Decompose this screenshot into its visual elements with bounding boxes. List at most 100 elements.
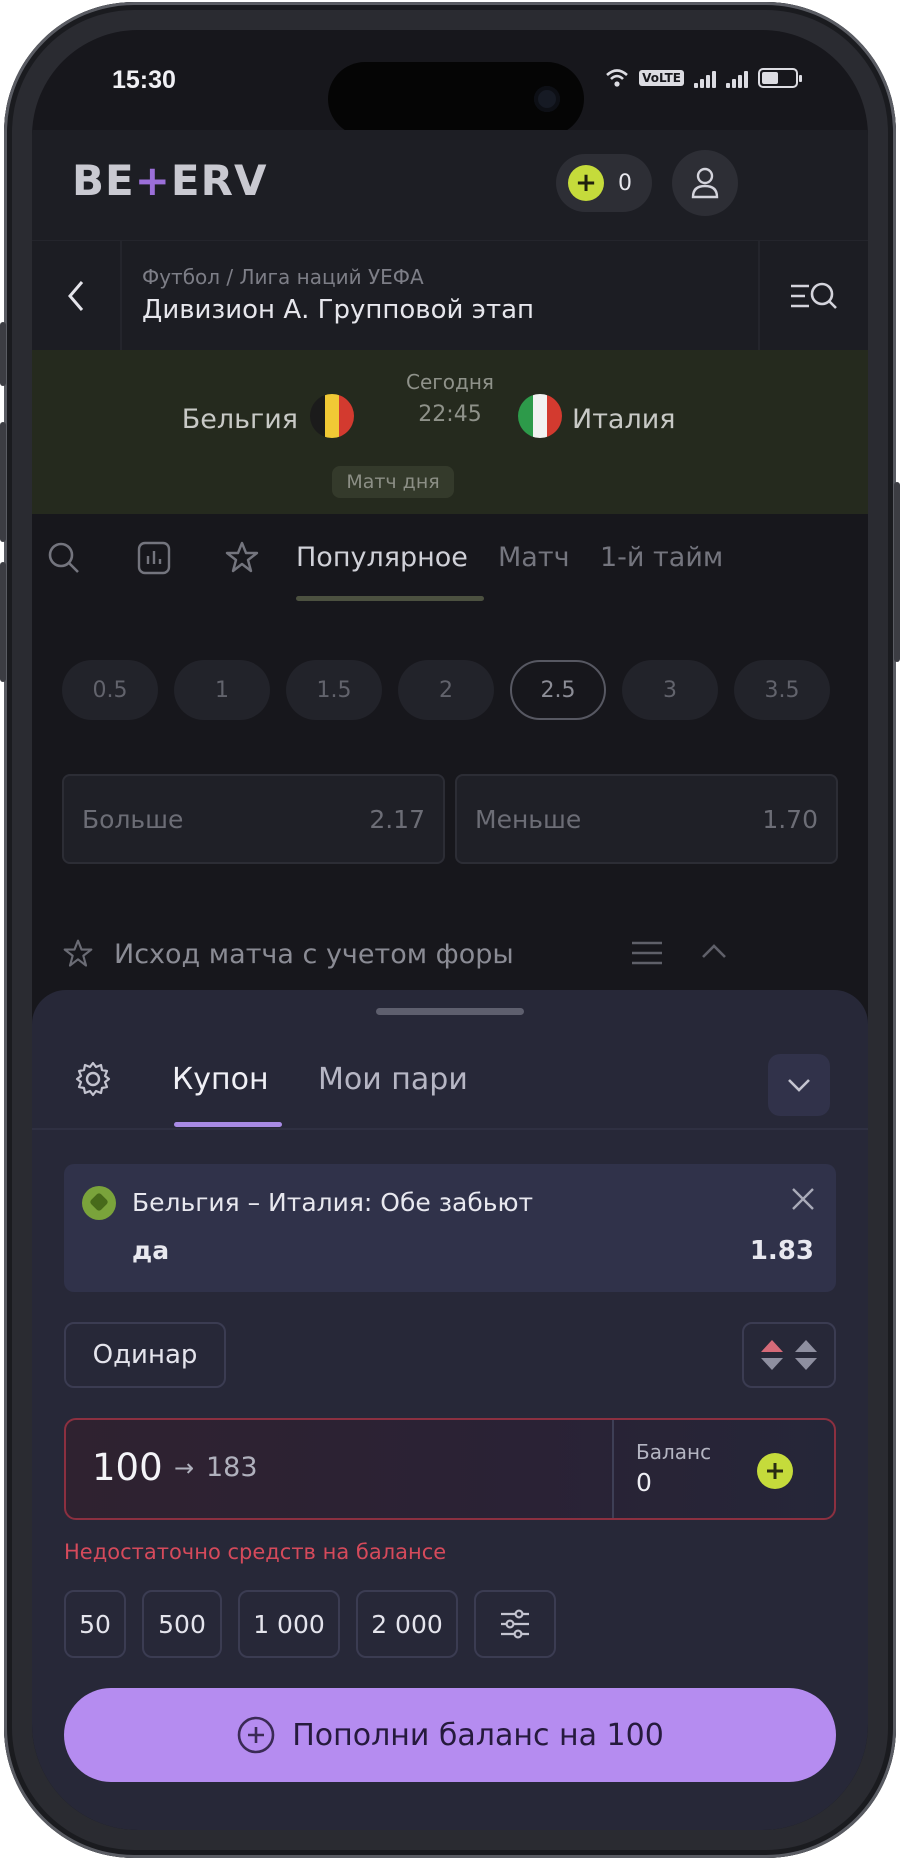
tab-active-indicator [296,596,484,601]
front-camera [534,86,560,112]
match-day: Сегодня [406,370,494,394]
quick-stake-1000[interactable]: 1 000 [238,1590,340,1658]
total-chip[interactable]: 3.5 [734,660,830,720]
header-balance: 0 [618,170,632,196]
sliders-icon [501,1609,529,1639]
over-odds: 2.17 [369,804,425,834]
side-button-power [894,482,900,662]
status-time: 15:30 [112,66,176,94]
stake-amount[interactable]: 100 [92,1446,163,1489]
under-odds-button[interactable]: Меньше 1.70 [455,774,838,864]
balance-value: 0 [636,1468,652,1497]
market-header[interactable]: Исход матча с учетом форы [62,924,838,984]
user-icon [691,167,719,199]
collapse-sheet-button[interactable] [768,1054,830,1116]
screen: 15:30 VoLTE BE+ERV + 0 Футбол / Лига нац… [32,30,868,1830]
dynamic-island [328,62,584,136]
gear-icon[interactable] [74,1060,112,1098]
sheet-drag-handle[interactable] [376,1008,524,1015]
football-icon [82,1186,116,1220]
odds-up-down-icon [761,1340,783,1370]
breadcrumb[interactable]: Футбол / Лига наций УЕФА [142,265,424,289]
total-chip[interactable]: 1 [174,660,270,720]
status-bar: 15:30 VoLTE [32,30,868,140]
bet-selection: да [132,1236,170,1265]
coin-plus-icon[interactable] [756,1452,794,1490]
chevron-left-icon [68,280,84,311]
app-header: BE+ERV + 0 [32,130,868,240]
quick-stake-50[interactable]: 50 [64,1590,126,1658]
logo-text-right: ERV [170,156,268,205]
bet-event: Бельгия – Италия: Обе забьют [132,1188,534,1217]
quick-stake-2000[interactable]: 2 000 [356,1590,458,1658]
signal-icon-2 [726,68,748,88]
over-odds-button[interactable]: Больше 2.17 [62,774,445,864]
profile-button[interactable] [672,150,738,216]
over-label: Больше [82,804,184,834]
stats-icon[interactable] [136,540,172,576]
page-title: Дивизион А. Групповой этап [142,295,535,325]
match-banner: Бельгия Сегодня 22:45 Италия Матч дня [32,350,868,514]
tab-match[interactable]: Матч [498,542,570,573]
coupon-tabs: Купон Мои пари [32,1020,868,1130]
status-icons: VoLTE [605,68,802,88]
balance-label: Баланс [636,1440,712,1464]
deposit-button[interactable]: Пополни баланс на 100 [64,1688,836,1782]
logo-text-left: BE [72,156,135,205]
potential-win: 183 [206,1452,258,1483]
total-chip[interactable]: 3 [622,660,718,720]
bet-odds: 1.83 [749,1236,814,1266]
sort-up-down-icon [795,1340,817,1370]
bet-type-select[interactable]: Одинар [64,1322,226,1388]
tab-my-bets[interactable]: Мои пари [318,1062,468,1097]
chevron-up-icon[interactable] [700,942,728,960]
quick-stake-500[interactable]: 500 [142,1590,222,1658]
total-odds-row: Больше 2.17 Меньше 1.70 [62,774,838,864]
close-icon[interactable] [790,1186,816,1212]
tab-first-half[interactable]: 1-й тайм [600,542,723,573]
italy-flag-icon [518,394,562,438]
match-time: 22:45 [418,402,482,427]
logo-mark: + [134,156,171,205]
balance-button[interactable]: + 0 [556,154,652,212]
deposit-label: Пополни баланс на 100 [292,1717,664,1753]
side-button-volume-up [0,422,6,542]
total-chip[interactable]: 0.5 [62,660,158,720]
favorites-star-icon[interactable] [224,540,260,576]
coin-plus-icon: + [568,165,604,201]
market-title: Исход матча с учетом форы [114,938,514,970]
battery-icon [758,68,802,88]
menu-search-icon [791,282,837,309]
odds-change-button[interactable] [742,1322,836,1388]
plus-circle-icon [237,1716,275,1754]
stake-input[interactable]: 100 → 183 Баланс 0 [64,1418,836,1520]
side-button-action [0,322,6,386]
total-chip[interactable]: 1.5 [286,660,382,720]
team-away: Италия [572,404,676,435]
phone-frame: 15:30 VoLTE BE+ERV + 0 Футбол / Лига нац… [0,2,900,1858]
total-chip[interactable]: 2 [398,660,494,720]
wifi-icon [606,69,628,87]
bet-slip-item: Бельгия – Италия: Обе забьют да 1.83 [64,1164,836,1292]
stake-settings-button[interactable] [474,1590,556,1658]
under-label: Меньше [475,804,582,834]
search-icon[interactable] [46,540,82,576]
market-search-button[interactable] [758,241,868,350]
tab-coupon[interactable]: Купон [172,1062,269,1097]
chevron-down-icon [788,1079,810,1092]
star-icon[interactable] [62,938,94,970]
error-message: Недостаточно средств на балансе [64,1540,447,1564]
event-header: Футбол / Лига наций УЕФА Дивизион А. Гру… [32,240,868,350]
quick-stake-row: 50 500 1 000 2 000 [64,1590,556,1658]
total-chip-selected[interactable]: 2.5 [510,660,606,720]
tab-popular[interactable]: Популярное [296,542,468,573]
total-chips: 0.5 1 1.5 2 2.5 3 3.5 [62,660,830,720]
brand-logo[interactable]: BE+ERV [72,156,267,205]
signal-icon [694,68,716,88]
back-button[interactable] [32,241,122,350]
side-button-volume-down [0,562,6,682]
arrow-right-icon: → [174,1454,195,1482]
coupon-sheet: Купон Мои пари Бельгия – Италия: Обе заб… [32,990,868,1830]
list-icon[interactable] [630,938,664,968]
market-tabs: Популярное Матч 1-й тайм [32,514,868,604]
